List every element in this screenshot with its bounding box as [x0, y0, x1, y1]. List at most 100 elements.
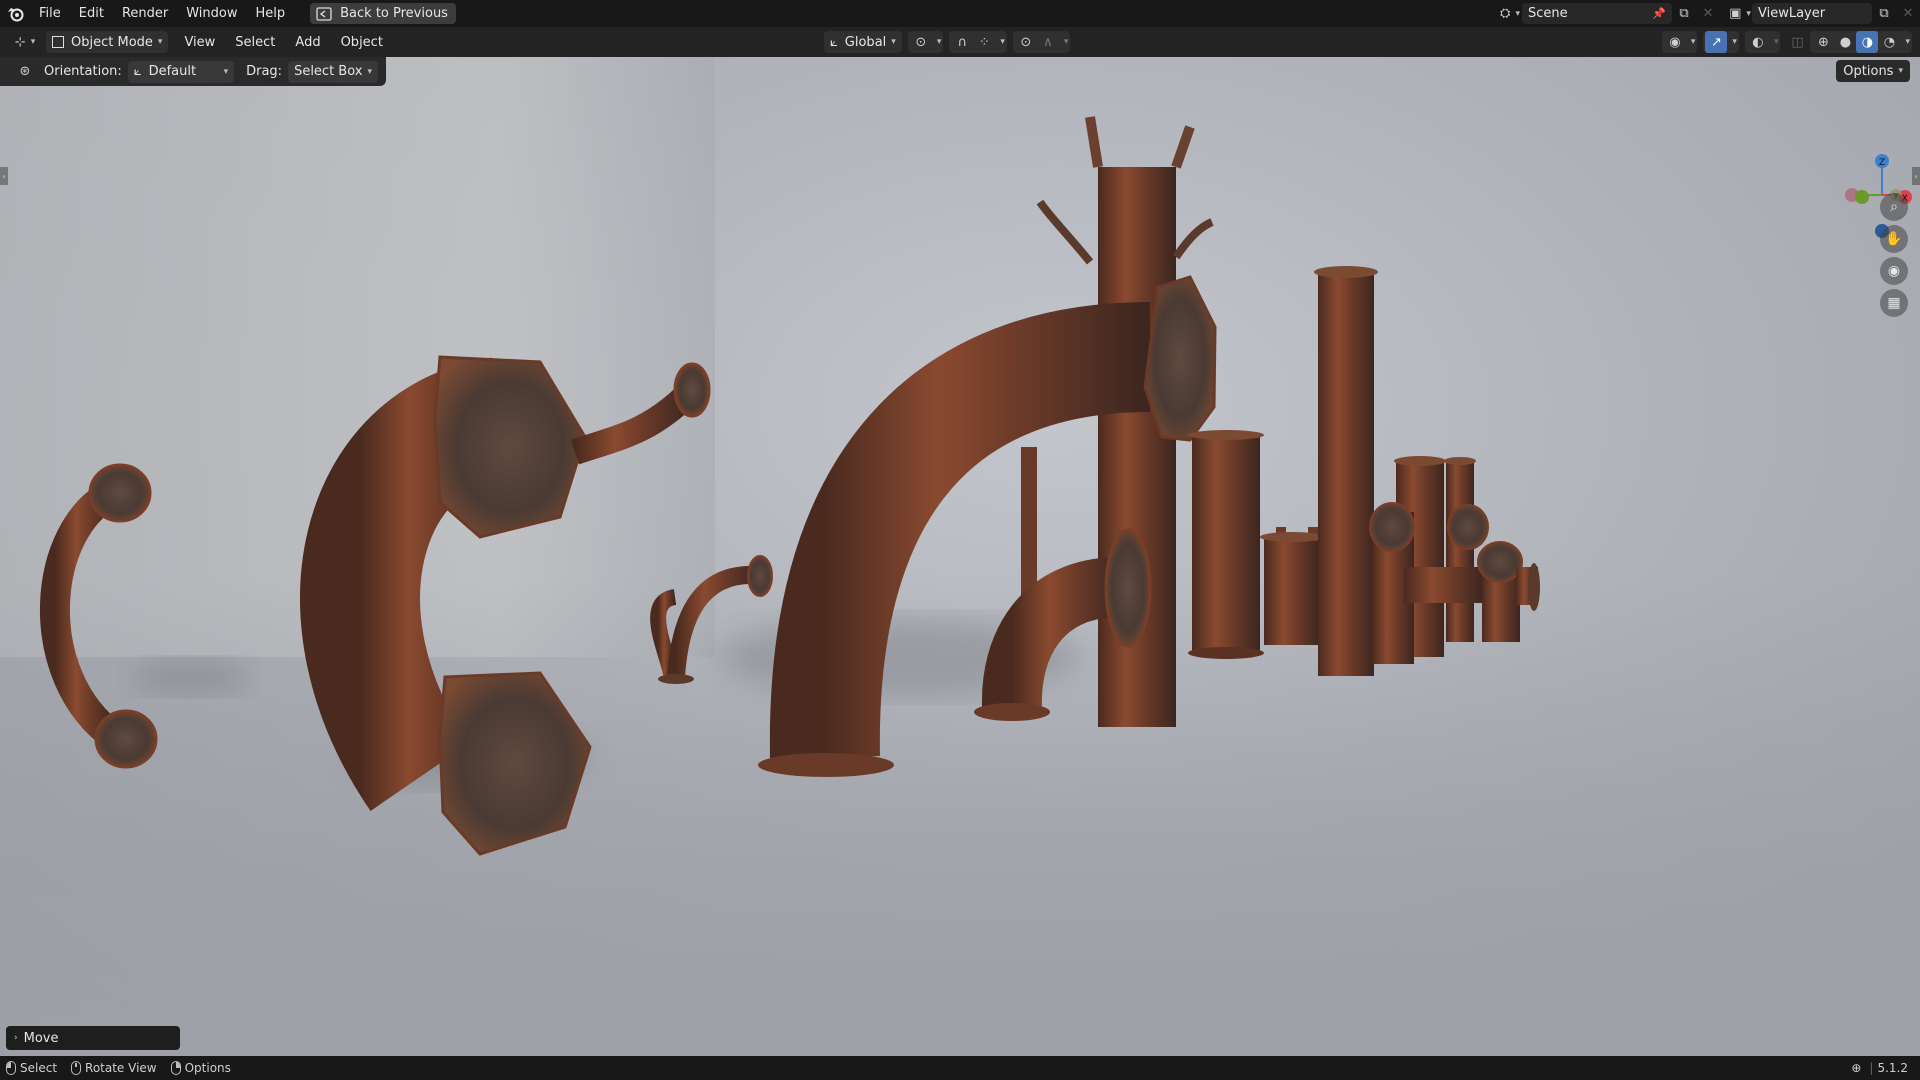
- transform-orientation-dropdown[interactable]: ⟀ Global ▾: [824, 31, 902, 53]
- overlay-controls: ◐ ▾: [1744, 31, 1781, 53]
- pipe-flange[interactable]: [433, 355, 587, 539]
- snap-increment-icon[interactable]: ⁘: [973, 31, 995, 53]
- view-layer-name-field[interactable]: ViewLayer: [1752, 3, 1872, 24]
- chevron-right-icon: ›: [14, 1033, 18, 1043]
- pipe-flange[interactable]: [658, 674, 694, 684]
- new-scene-icon[interactable]: ⧉: [1672, 3, 1696, 24]
- view-layer-browse-icon[interactable]: ▣ ▾: [1728, 3, 1752, 24]
- mode-label: Object Mode: [71, 34, 153, 50]
- status-options: Options: [170, 1061, 231, 1075]
- header-menu-object[interactable]: Object: [331, 35, 393, 50]
- 3d-viewport[interactable]: Z X Y ⌕ ✋ ◉ ▦ › ‹: [0, 57, 1920, 1056]
- blender-logo-icon[interactable]: [2, 0, 30, 27]
- camera-view-icon[interactable]: ◉: [1880, 257, 1908, 285]
- pipe-thin[interactable]: [570, 382, 700, 465]
- pipe-flange[interactable]: [1104, 528, 1152, 648]
- pipe-flange[interactable]: [673, 362, 711, 418]
- pipe-flange[interactable]: [1188, 647, 1264, 659]
- back-to-previous-label: Back to Previous: [340, 6, 448, 21]
- status-select-label: Select: [20, 1061, 58, 1075]
- pipe-cylinder-tall[interactable]: [1318, 272, 1374, 676]
- menu-help[interactable]: Help: [247, 0, 295, 27]
- delete-view-layer-icon[interactable]: ✕: [1896, 3, 1920, 24]
- pipe-cylinder[interactable]: [1264, 537, 1320, 645]
- editor-type-icon[interactable]: ⊹ ▾: [8, 31, 42, 53]
- last-operator-panel[interactable]: › Move: [6, 1026, 180, 1050]
- header-menu-select[interactable]: Select: [225, 35, 285, 50]
- pipe-curve-small[interactable]: [39, 477, 130, 752]
- pipe-flange[interactable]: [1314, 266, 1378, 278]
- pipe-flange[interactable]: [1447, 504, 1489, 550]
- status-rotate-view: Rotate View: [71, 1061, 157, 1075]
- zoom-icon[interactable]: ⌕: [1880, 193, 1908, 221]
- navigation-gizmo[interactable]: Z X Y: [1830, 145, 1920, 245]
- pipe-flange[interactable]: [1477, 541, 1523, 583]
- menu-window[interactable]: Window: [177, 0, 246, 27]
- pipe-flange[interactable]: [758, 753, 894, 777]
- pin-icon[interactable]: 📌: [1652, 7, 1666, 20]
- drag-value: Select Box: [294, 64, 363, 79]
- orientation-dropdown[interactable]: ⟀ Default ▾: [127, 60, 235, 83]
- transform-orientation-label: Global: [844, 34, 887, 50]
- snap-magnet-icon[interactable]: ∩: [951, 31, 973, 53]
- rendered-shading-icon[interactable]: ◔: [1878, 31, 1900, 53]
- snap-controls: ∩ ⁘ ▾: [949, 31, 1007, 53]
- scene-name-field[interactable]: Scene 📌: [1522, 3, 1672, 24]
- pipe-flange[interactable]: [1394, 456, 1446, 466]
- pan-hand-icon[interactable]: ✋: [1880, 225, 1908, 253]
- pipe-flange[interactable]: [438, 671, 592, 856]
- falloff-curve-icon[interactable]: ∧: [1037, 31, 1059, 53]
- shadow: [130, 659, 250, 695]
- top-menu-bar: File Edit Render Window Help Back to Pre…: [0, 0, 1920, 27]
- pipe-flange[interactable]: [1528, 563, 1540, 611]
- new-view-layer-icon[interactable]: ⧉: [1872, 3, 1896, 24]
- status-bar: Select Rotate View Options ⊕ | 5.1.2: [0, 1056, 1920, 1080]
- pipe-cylinder[interactable]: [1446, 462, 1474, 642]
- scene-browse-icon[interactable]: ⛭ ▾: [1498, 3, 1522, 24]
- xray-toggle-icon[interactable]: ◫: [1786, 31, 1808, 53]
- menu-render[interactable]: Render: [113, 0, 177, 27]
- selectability-dropdown[interactable]: ◉ ▾: [1661, 31, 1698, 53]
- header-menu-add[interactable]: Add: [285, 35, 330, 50]
- options-button[interactable]: Options ▾: [1836, 60, 1910, 82]
- gizmo-y-icon[interactable]: [1855, 190, 1869, 204]
- shading-controls: ⊕ ● ◑ ◔ ▾: [1810, 31, 1912, 53]
- pipe-tear: [1172, 218, 1214, 260]
- pipe-flange[interactable]: [88, 463, 152, 523]
- pipe-flange[interactable]: [94, 709, 158, 769]
- active-tool-icon[interactable]: ⊛: [14, 61, 36, 83]
- delete-scene-icon[interactable]: ✕: [1696, 3, 1720, 24]
- pipe-flange[interactable]: [974, 703, 1050, 721]
- wireframe-shading-icon[interactable]: ⊕: [1812, 31, 1834, 53]
- pipe-flange[interactable]: [1188, 430, 1264, 440]
- pipe-flange[interactable]: [747, 555, 773, 597]
- header-menu-view[interactable]: View: [174, 35, 225, 50]
- network-globe-icon[interactable]: ⊕: [1851, 1061, 1861, 1075]
- object-mode-icon: [52, 36, 64, 48]
- pipe-tee[interactable]: [1404, 567, 1484, 603]
- menu-file[interactable]: File: [30, 0, 70, 27]
- blender-version: 5.1.2: [1877, 1061, 1908, 1075]
- orientation-label: Orientation:: [44, 64, 122, 79]
- proportional-edit-icon[interactable]: ⊙: [1015, 31, 1037, 53]
- menu-edit[interactable]: Edit: [70, 0, 113, 27]
- gizmo-toggle-icon[interactable]: ↗: [1705, 31, 1728, 53]
- toolbar-expand-icon[interactable]: ›: [0, 167, 8, 185]
- pipe-flange[interactable]: [1369, 502, 1415, 552]
- pivot-dropdown[interactable]: ⊙ ▾: [907, 31, 944, 53]
- solid-shading-icon[interactable]: ●: [1834, 31, 1856, 53]
- pipe-flange[interactable]: [1260, 532, 1324, 542]
- perspective-grid-icon[interactable]: ▦: [1880, 289, 1908, 317]
- drag-dropdown[interactable]: Select Box ▾: [288, 60, 378, 83]
- orientation-value: Default: [148, 64, 197, 79]
- pipe-flange[interactable]: [1444, 457, 1476, 465]
- chevron-down-icon: ▾: [1898, 66, 1903, 76]
- mode-dropdown[interactable]: Object Mode ▾: [46, 31, 169, 53]
- overlay-toggle-icon[interactable]: ◐: [1747, 31, 1769, 53]
- material-preview-shading-icon[interactable]: ◑: [1856, 31, 1879, 53]
- pipe-cylinder[interactable]: [1192, 435, 1260, 653]
- back-to-previous-button[interactable]: Back to Previous: [310, 3, 456, 24]
- proportional-edit-controls: ⊙ ∧ ▾: [1012, 31, 1071, 53]
- sidebar-expand-icon[interactable]: ‹: [1912, 167, 1920, 185]
- pipe-flange[interactable]: [1143, 275, 1217, 442]
